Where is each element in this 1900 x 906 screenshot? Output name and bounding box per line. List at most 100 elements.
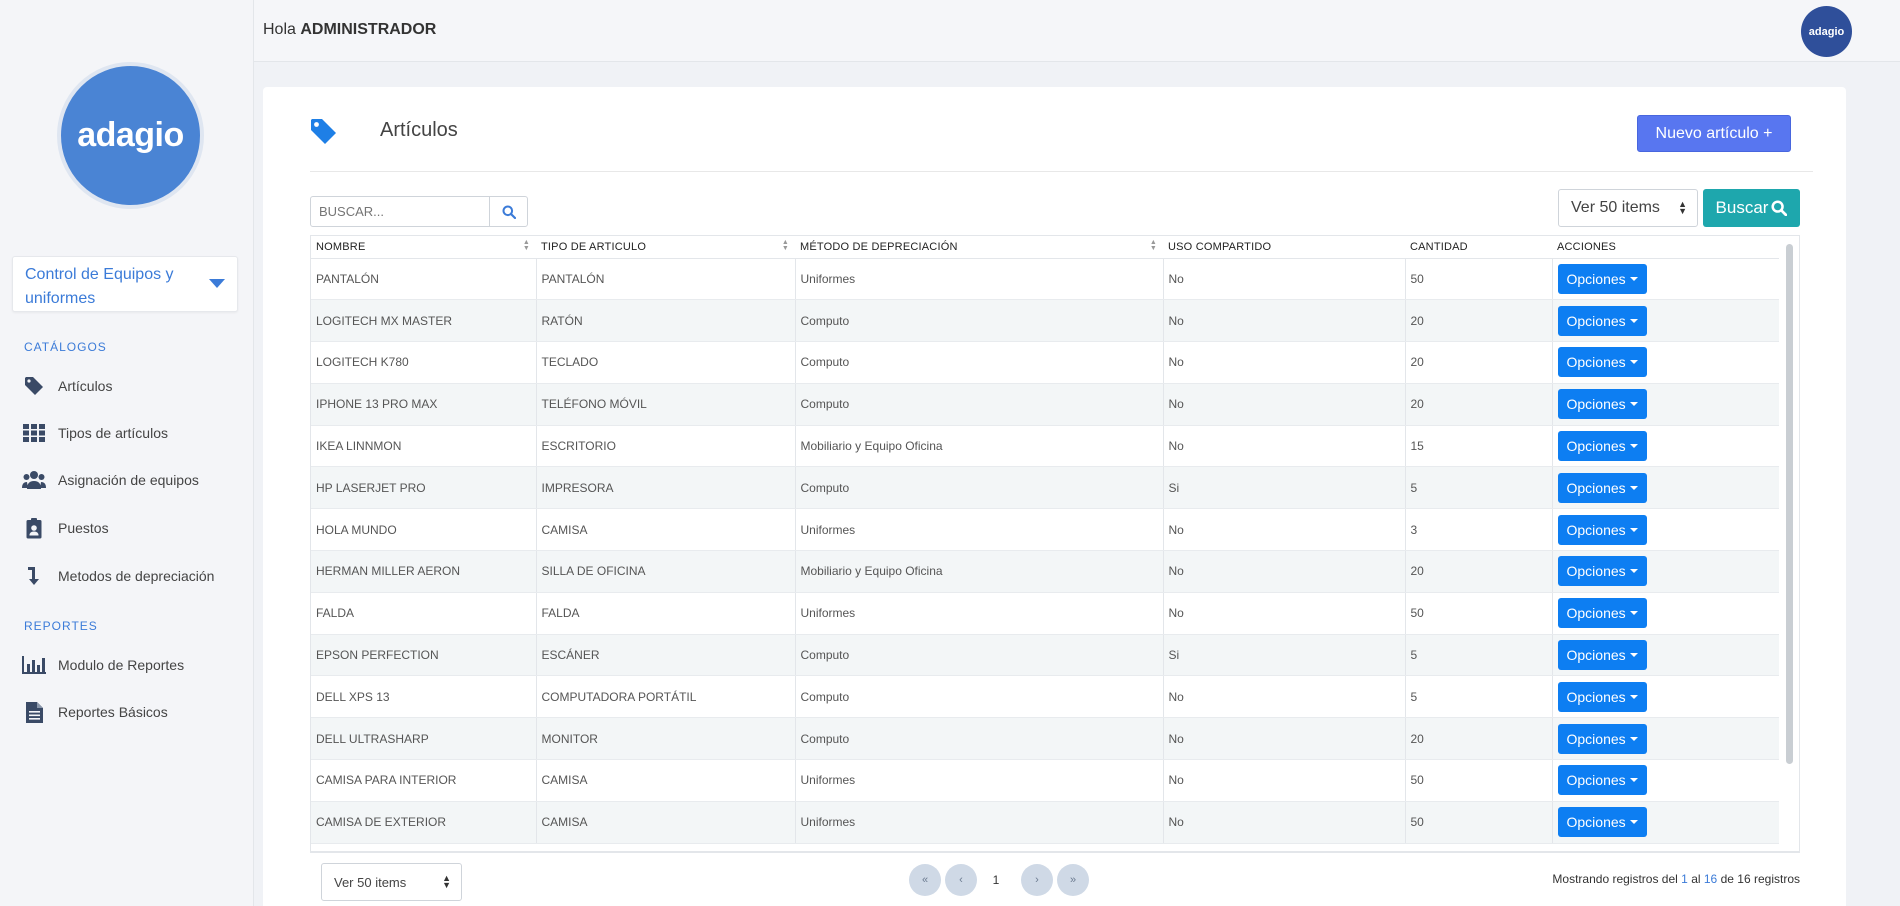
last-page-button[interactable]: » [1057,864,1089,896]
options-button[interactable]: Opciones [1557,263,1647,294]
per-page-select-bottom[interactable]: Ver 50 items ▲ ▼ [321,863,462,901]
per-page-value: Ver 50 items [1571,199,1660,216]
table-row: IKEA LINNMON ESCRITORIO Mobiliario y Equip… [311,425,1779,468]
caret-down-icon [1629,653,1638,658]
table-header-row: NOMBRE ▲ ▼ TIPO DE ARTICULO ▲ ▼ MÉTODO DE DE… [311,236,1779,259]
options-button[interactable]: Opciones [1557,765,1647,796]
options-button[interactable]: Opciones [1557,389,1647,420]
tag-icon [309,117,337,148]
table-row: LOGITECH K780 TECLADO Computo No 20 Opciones [311,341,1779,384]
next-page-button[interactable]: › [1021,864,1053,896]
cell-tipo: MONITOR [536,717,796,761]
first-page-button[interactable]: « [909,864,941,896]
options-label: Opciones [1566,270,1626,287]
table-row: HOLA MUNDO CAMISA Uniformes No 3 Opciones [311,508,1779,552]
caret-down-icon [1629,694,1638,699]
cell-tipo: TECLADO [536,341,796,384]
sidebar-item-asignacion-de-equipos[interactable]: Asignación de equipos [22,465,246,495]
table-row: FALDA FALDA Uniformes No 50 Opciones [311,592,1779,635]
sidebar-item-reportes-basicos[interactable]: Reportes Básicos [22,697,246,727]
cell-acciones: Opciones [1552,341,1779,384]
sidebar-item-label: Tipos de artículos [58,425,168,441]
cell-tipo: ESCÁNER [536,634,796,677]
options-button[interactable]: Opciones [1557,431,1647,462]
sidebar-item-tipos-de-articulos[interactable]: Tipos de artículos [22,418,246,448]
grid-icon [22,421,46,445]
sidebar-item-label: Artículos [58,378,113,394]
options-button[interactable]: Opciones [1557,598,1647,629]
new-article-button[interactable]: Nuevo artículo + [1637,115,1791,152]
options-button[interactable]: Opciones [1557,640,1647,671]
caret-down-icon [1629,820,1638,825]
column-header-metodo[interactable]: MÉTODO DE DEPRECIACIÓN ▲ ▼ [795,236,1163,259]
sort-icon: ▲ ▼ [522,239,530,252]
per-page-select-top[interactable]: Ver 50 items ▲ ▼ [1558,189,1698,227]
cell-acciones: Opciones [1552,759,1779,802]
options-label: Opciones [1566,521,1626,538]
options-button[interactable]: Opciones [1557,807,1647,838]
search-icon[interactable] [489,197,527,226]
module-selector[interactable]: Control de Equipos y uniformes [12,256,238,312]
cell-acciones: Opciones [1552,383,1779,426]
column-header-uso-compartido: USO COMPARTIDO [1163,236,1405,259]
cell-tipo: SILLA DE OFICINA [536,550,796,593]
section-title-catalogos: CATÁLOGOS [24,340,107,354]
cell-metodo: Uniformes [795,592,1164,635]
options-label: Opciones [1566,730,1626,747]
caret-down-icon [1629,318,1638,323]
updown-icon: ▲ ▼ [442,873,451,890]
search-input[interactable] [311,197,489,226]
cell-uso-compartido: No [1163,258,1406,301]
cell-nombre: IPHONE 13 PRO MAX [311,383,537,426]
bar-chart-icon [22,653,46,677]
page-number-button[interactable]: 1 [981,864,1011,896]
column-header-tipo[interactable]: TIPO DE ARTICULO ▲ ▼ [536,236,795,259]
sidebar-item-modulo-de-reportes[interactable]: Modulo de Reportes [22,650,246,680]
cell-nombre: CAMISA DE EXTERIOR [311,801,537,844]
sidebar-item-label: Modulo de Reportes [58,657,185,673]
sidebar-item-label: Reportes Básicos [58,704,168,720]
caret-down-icon [1629,402,1638,407]
table-row: EPSON PERFECTION ESCÁNER Computo Si 5 Opcione… [311,634,1779,677]
cell-cantidad: 5 [1405,634,1553,677]
options-button[interactable]: Opciones [1557,347,1647,378]
divider [310,171,1813,172]
cell-uso-compartido: No [1163,717,1406,761]
column-header-cantidad: CANTIDAD [1405,236,1552,259]
prev-page-button[interactable]: ‹ [945,864,977,896]
cell-nombre: PANTALÓN [311,258,537,301]
table-body: PANTALÓN PANTALÓN Uniformes No 50 Opciones LOG… [311,258,1779,844]
cell-cantidad: 20 [1405,383,1553,426]
pagination: « ‹ 1 › » [909,864,1093,896]
options-label: Opciones [1566,647,1626,664]
sidebar-item-articulos[interactable]: Artículos [22,371,246,401]
cell-acciones: Opciones [1552,425,1779,468]
options-button[interactable]: Opciones [1557,723,1647,754]
cell-acciones: Opciones [1552,508,1779,552]
sidebar-item-label: Puestos [58,520,109,536]
sidebar-item-metodos-de-depreciacion[interactable]: Metodos de depreciación [22,561,246,591]
card-header: Artículos Nuevo artículo + [263,87,1846,173]
cell-nombre: HP LASERJET PRO [311,466,537,510]
options-button[interactable]: Opciones [1557,472,1647,503]
cell-cantidad: 20 [1405,717,1553,761]
cell-cantidad: 50 [1405,592,1553,635]
column-header-nombre[interactable]: NOMBRE ▲ ▼ [311,236,536,259]
scrollbar[interactable] [1786,244,1793,764]
cell-tipo: ESCRITORIO [536,425,796,468]
cell-tipo: CAMISA [536,759,796,802]
table-row: LOGITECH MX MASTER RATÓN Computo No 20 Opcion… [311,299,1779,343]
sidebar-item-puestos[interactable]: Puestos [22,513,246,543]
buscar-button[interactable]: Buscar [1703,189,1800,227]
caret-down-icon [1629,527,1638,532]
options-button[interactable]: Opciones [1557,514,1647,545]
options-button[interactable]: Opciones [1557,556,1647,587]
table-row: CAMISA PARA INTERIOR CAMISA Uniformes No 50 O… [311,759,1779,802]
cell-cantidad: 50 [1405,759,1553,802]
avatar[interactable]: adagio [1801,6,1852,57]
options-button[interactable]: Opciones [1557,681,1647,712]
options-button[interactable]: Opciones [1557,305,1647,336]
cell-metodo: Mobiliario y Equipo Oficina [795,550,1164,593]
greeting: Hola ADMINISTRADOR [263,21,436,39]
cell-acciones: Opciones [1552,801,1779,844]
